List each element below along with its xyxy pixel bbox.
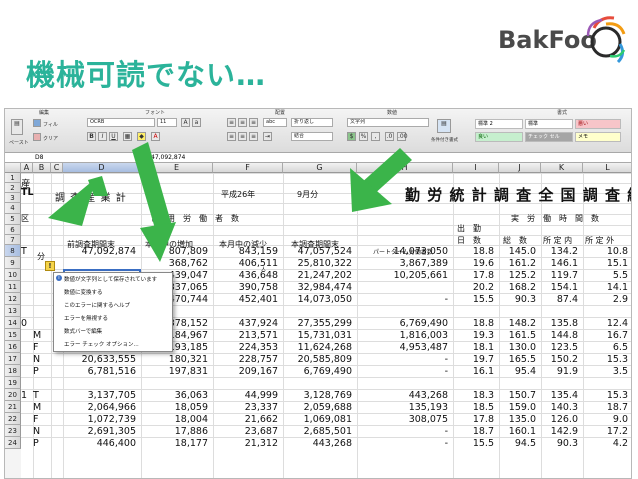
arrow-2-icon bbox=[132, 142, 172, 232]
green-arrows bbox=[48, 142, 412, 262]
arrow-2-head-icon bbox=[140, 222, 176, 262]
arrow-1-head-icon bbox=[48, 178, 96, 226]
